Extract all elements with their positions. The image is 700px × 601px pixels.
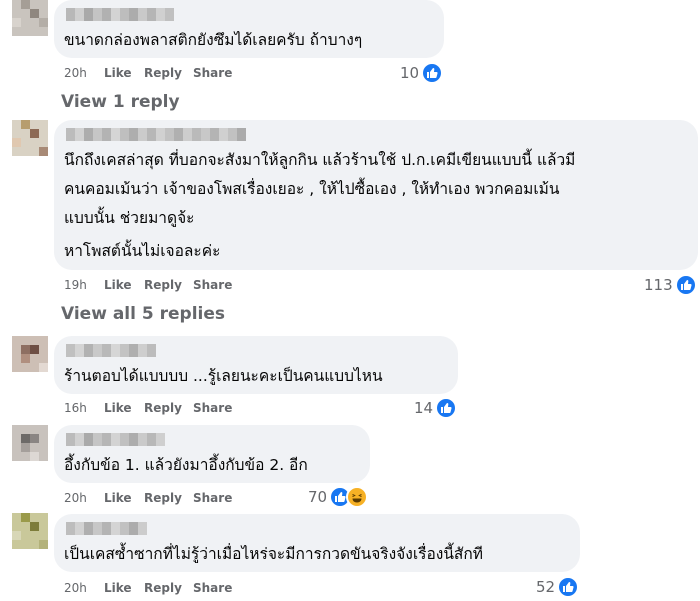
commenter-name-redacted [66, 128, 246, 141]
comment-time[interactable]: 16h [64, 401, 87, 415]
reply-button[interactable]: Reply [144, 581, 182, 595]
reaction-count: 113 [644, 276, 673, 294]
reply-button[interactable]: Reply [144, 491, 182, 505]
reaction-count: 14 [414, 399, 434, 417]
avatar[interactable] [12, 513, 48, 549]
comment-text: เป็นเคสซ้ำซากที่ไม่รู้ว่าเมื่อไหร่จะมีกา… [64, 545, 483, 563]
reaction-summary[interactable]: 70 [308, 486, 369, 508]
comment-text-line: แบบนั้น ช่วยมาดูจ้ะ [64, 209, 195, 227]
comment-time[interactable]: 20h [64, 491, 87, 505]
reply-button[interactable]: Reply [144, 401, 182, 415]
like-button[interactable]: Like [104, 66, 132, 80]
comment-bubble: เป็นเคสซ้ำซากที่ไม่รู้ว่าเมื่อไหร่จะมีกา… [54, 514, 580, 572]
reaction-summary[interactable]: 14 [414, 397, 458, 419]
comment-bubble: นึกถึงเคสล่าสุด ที่บอกจะสังมาให้ลูกกิน แ… [54, 120, 698, 270]
commenter-name-redacted [66, 344, 156, 357]
reaction-summary[interactable]: 52 [536, 576, 580, 598]
avatar[interactable] [12, 336, 48, 372]
comment-bubble: อึ้งกับข้อ 1. แล้วยังมาอึ้งกับข้อ 2. อีก [54, 425, 370, 483]
reaction-summary[interactable]: 10 [400, 62, 444, 84]
share-button[interactable]: Share [193, 278, 232, 292]
reaction-count: 70 [308, 488, 328, 506]
commenter-name-redacted [66, 8, 174, 21]
reply-button[interactable]: Reply [144, 66, 182, 80]
like-button[interactable]: Like [104, 491, 132, 505]
share-button[interactable]: Share [193, 491, 232, 505]
like-button[interactable]: Like [104, 581, 132, 595]
like-icon [421, 62, 444, 84]
like-icon [435, 397, 458, 419]
like-icon [674, 274, 697, 296]
reaction-count: 10 [400, 64, 420, 82]
comment-time[interactable]: 20h [64, 66, 87, 80]
share-button[interactable]: Share [193, 66, 232, 80]
like-icon [557, 576, 580, 598]
comment-text-line: หาโพสต์นั้นไม่เจอละค่ะ [64, 242, 221, 260]
commenter-name-redacted [66, 433, 165, 446]
comment-time[interactable]: 20h [64, 581, 87, 595]
reaction-count: 52 [536, 578, 556, 596]
comment-text-line: นึกถึงเคสล่าสุด ที่บอกจะสังมาให้ลูกกิน แ… [64, 151, 576, 169]
comment-text: ร้านตอบได้แบบบบ ...รู้เลยนะคะเป็นคนแบบไห… [64, 367, 383, 385]
view-replies-link[interactable]: View 1 reply [61, 92, 180, 112]
avatar[interactable] [12, 0, 48, 36]
avatar[interactable] [12, 120, 48, 156]
like-button[interactable]: Like [104, 278, 132, 292]
reaction-summary[interactable]: 113 [644, 274, 697, 296]
view-replies-link[interactable]: View all 5 replies [61, 304, 225, 324]
comment-time[interactable]: 19h [64, 278, 87, 292]
like-button[interactable]: Like [104, 401, 132, 415]
reply-button[interactable]: Reply [144, 278, 182, 292]
comment-text-line: คนคอมเม้นว่า เจ้าของโพสเรื่องเยอะ , ให้ไ… [64, 180, 560, 198]
share-button[interactable]: Share [193, 581, 232, 595]
share-button[interactable]: Share [193, 401, 232, 415]
comment-text: ขนาดกล่องพลาสติกยังซึมได้เลยครับ ถ้าบางๆ [64, 31, 363, 49]
avatar[interactable] [12, 425, 48, 461]
comment-text: อึ้งกับข้อ 1. แล้วยังมาอึ้งกับข้อ 2. อีก [64, 456, 308, 474]
commenter-name-redacted [66, 522, 147, 535]
comment-bubble: ขนาดกล่องพลาสติกยังซึมได้เลยครับ ถ้าบางๆ [54, 0, 444, 58]
comment-bubble: ร้านตอบได้แบบบบ ...รู้เลยนะคะเป็นคนแบบไห… [54, 336, 458, 394]
haha-icon [346, 486, 369, 508]
